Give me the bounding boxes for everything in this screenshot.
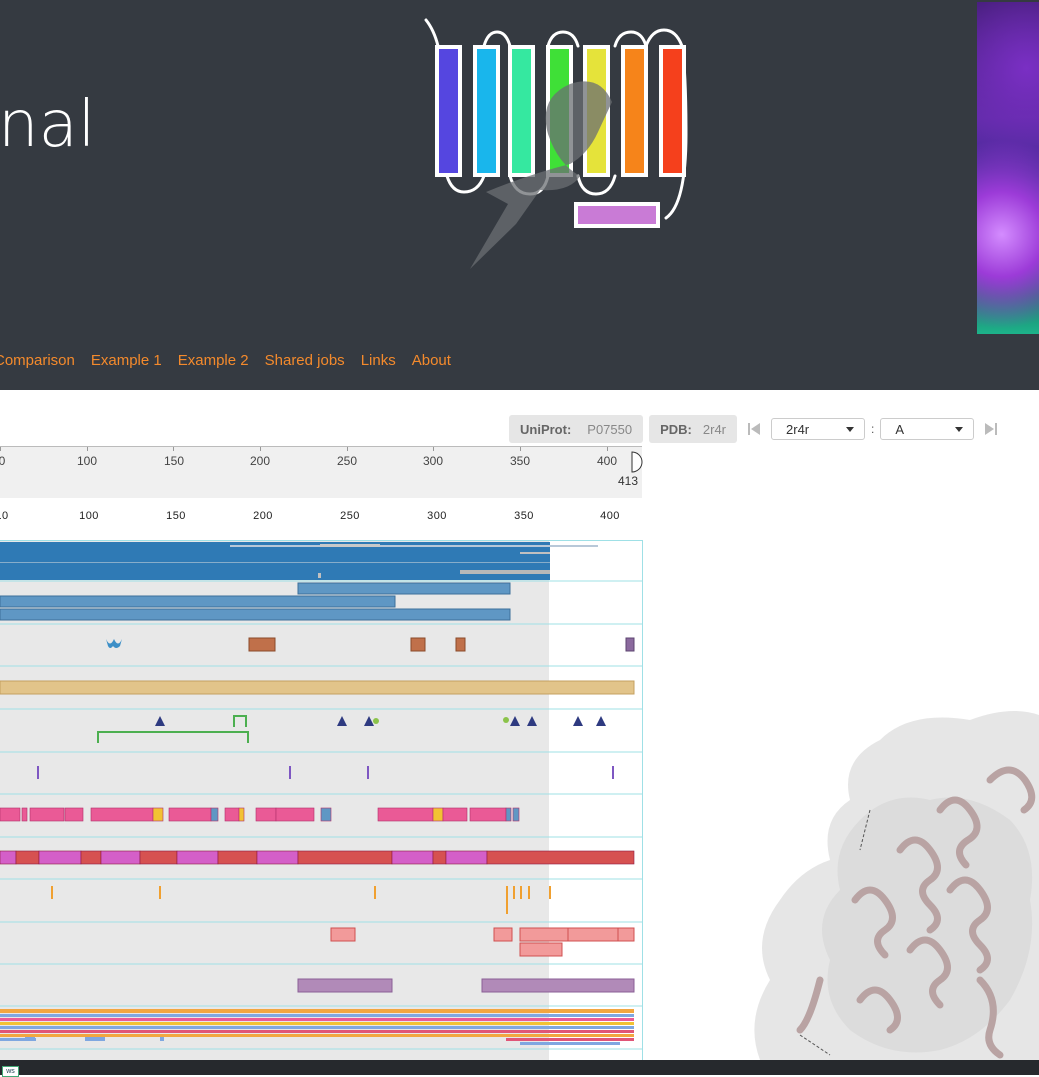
ruler-tick-label: 300 [422,454,444,468]
uniprot-label: UniProt: [520,421,572,437]
first-structure-button[interactable] [743,418,765,440]
zoom-handle-icon[interactable] [631,451,645,473]
ruler-tick-label: 350 [509,454,531,468]
pdb-badge: PDB: 2r4r [649,415,738,443]
axis-tick-label: 300 [427,510,447,522]
nav-links[interactable]: Links [361,352,396,374]
hero-image [977,2,1039,334]
pdb-label: PDB: [660,421,692,437]
uniprot-badge: UniProt: P07550 [509,415,644,443]
ruler-tick [173,447,174,451]
ruler-tick [260,447,261,451]
uniprot-value: P07550 [587,421,633,437]
sequence-length-label: 413 [618,474,639,488]
feature-tracks[interactable] [0,540,643,1060]
ruler-tick-label: 0 [0,454,6,468]
gpcr-logo [424,18,688,269]
chain-select[interactable]: A [880,418,975,440]
skip-last-icon [985,423,998,435]
ruler-tick [87,447,88,451]
chevron-down-icon [955,426,964,432]
ruler-tick-label: 400 [596,454,618,468]
nav-example-1[interactable]: Example 1 [91,352,162,374]
ruler-tick-label: 200 [249,454,271,468]
site-header: nal Comparison Example 1 Example 2 Share… [0,0,1039,390]
axis-tick-label: 10 [0,510,9,522]
pdb-select-value: 2r4r [786,421,810,437]
axis-tick-label: 400 [600,510,620,522]
chain-separator: : [871,422,875,436]
structure-coverage-track [0,542,598,580]
axis-tick-label: 100 [79,510,99,522]
taskbar [0,1060,1039,1075]
ruler-tick-label: 150 [163,454,185,468]
last-structure-button[interactable] [980,418,1002,440]
nav-about[interactable]: About [412,352,451,374]
ruler-tick [607,447,608,451]
axis-tick-label: 250 [340,510,360,522]
skip-first-icon [748,423,761,435]
ws-icon: ws [2,1066,19,1077]
pdb-select[interactable]: 2r4r [771,418,866,440]
nav-shared-jobs[interactable]: Shared jobs [265,352,345,374]
pdb-value: 2r4r [702,421,727,437]
ruler-tick [520,447,521,451]
ruler-tick [0,447,1,451]
sequence-ruler[interactable]: 0 100 150 200 250 300 350 400 [0,446,645,498]
structure-viewer[interactable] [740,700,1039,1060]
chevron-down-icon [846,426,855,432]
topology-track [0,850,635,865]
ruler-tick [347,447,348,451]
secondary-structure-track [0,807,520,822]
axis-tick-label: 150 [166,510,186,522]
axis-tick-label: 200 [253,510,273,522]
chain-track [0,680,635,695]
main-nav: Comparison Example 1 Example 2 Shared jo… [0,352,451,374]
chain-select-value: A [895,421,905,437]
nav-comparison[interactable]: Comparison [0,352,75,374]
site-title: nal [0,88,96,162]
ruler-tick-label: 100 [76,454,98,468]
ruler-tick-label: 250 [336,454,358,468]
nav-example-2[interactable]: Example 2 [178,352,249,374]
protein-toolbar: UniProt: P07550 PDB: 2r4r 2r4r : A [509,415,1002,443]
axis-tick-label: 350 [514,510,534,522]
ruler-tick [433,447,434,451]
